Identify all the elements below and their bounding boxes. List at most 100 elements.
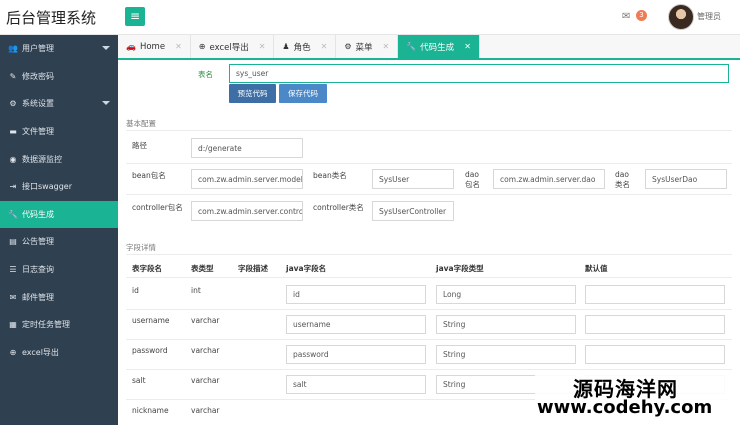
sidebar-item-datasource-monitor[interactable]: ◉ 数据源监控: [0, 145, 118, 173]
sidebar-item-code-generation[interactable]: 🔧 代码生成: [0, 200, 118, 229]
divider: [126, 163, 732, 164]
list-icon: ☰: [9, 265, 17, 275]
tab-menu[interactable]: ⚙ 菜单 ✕: [336, 35, 399, 58]
table-name-input[interactable]: sys_user: [229, 64, 729, 83]
table-name-label: 表名: [198, 70, 213, 79]
divider: [126, 339, 732, 340]
tab-excel-export[interactable]: ⊕ excel导出 ✕: [191, 35, 275, 58]
tab-label: Home: [139, 41, 166, 52]
tab-label: excel导出: [209, 42, 249, 53]
save-code-button[interactable]: 保存代码: [279, 84, 327, 103]
sidebar-item-label: 修改密码: [22, 71, 54, 81]
sidebar-item-file-management[interactable]: ▬ 文件管理: [0, 118, 118, 146]
gear-icon: ⚙: [344, 42, 352, 51]
close-icon[interactable]: ✕: [175, 42, 182, 51]
user-secret-icon: ♟: [282, 42, 290, 51]
tab-label: 菜单: [355, 42, 373, 53]
plus-circle-icon: ⊕: [9, 347, 17, 357]
sidebar-item-user-management[interactable]: 👥 用户管理: [0, 35, 118, 63]
java-type-input[interactable]: String: [436, 315, 576, 334]
hamburger-icon[interactable]: ≡: [125, 7, 145, 26]
mail-count-badge: 3: [636, 10, 647, 21]
java-name-input[interactable]: username: [286, 315, 426, 334]
cell-column-name: password: [132, 346, 168, 355]
sidebar-item-label: excel导出: [22, 347, 59, 357]
sidebar-item-change-password[interactable]: ✎ 修改密码: [0, 63, 118, 91]
default-value-input[interactable]: [585, 315, 725, 334]
avatar[interactable]: [668, 4, 694, 30]
path-label: 路径: [132, 141, 147, 150]
sidebar-item-label: 数据源监控: [22, 154, 62, 164]
java-name-input[interactable]: password: [286, 345, 426, 364]
default-value-input[interactable]: [585, 345, 725, 364]
java-type-input[interactable]: String: [436, 345, 576, 364]
caret-down-icon: [102, 46, 110, 50]
path-input[interactable]: d:/generate: [191, 138, 303, 158]
cell-column-name: salt: [132, 376, 146, 385]
basic-config-heading: 基本配置: [126, 119, 156, 128]
java-name-input[interactable]: salt: [286, 375, 426, 394]
dao-class-input[interactable]: SysUserDao: [645, 169, 727, 189]
caret-down-icon: [102, 101, 110, 106]
cell-column-name: id: [132, 286, 139, 295]
tasks-icon: ▦: [9, 320, 17, 330]
sidebar-item-log-query[interactable]: ☰ 日志查询: [0, 256, 118, 284]
divider: [126, 277, 732, 278]
controller-class-input[interactable]: SysUserController: [372, 201, 454, 221]
controller-class-label: controller类名: [313, 203, 364, 212]
java-name-input[interactable]: id: [286, 285, 426, 304]
plus-circle-icon: ⊕: [198, 42, 206, 51]
cell-column-type: varchar: [191, 376, 220, 385]
sidebar-item-label: 系统设置: [22, 99, 54, 109]
tab-home[interactable]: 🚗 Home ✕: [118, 35, 191, 58]
close-icon[interactable]: ✕: [383, 42, 390, 51]
controller-package-input[interactable]: com.zw.admin.server.controller: [191, 201, 303, 221]
export-icon: ⇥: [9, 182, 17, 192]
bean-class-label: bean类名: [313, 171, 347, 180]
wrench-icon: 🔧: [8, 209, 18, 219]
sidebar-item-excel-export[interactable]: ⊕ excel导出: [0, 339, 118, 367]
preview-code-button[interactable]: 预览代码: [229, 84, 276, 103]
cell-column-type: varchar: [191, 406, 220, 415]
bean-package-label: bean包名: [132, 171, 166, 180]
divider: [126, 369, 732, 370]
eye-icon: ◉: [9, 154, 17, 164]
close-icon[interactable]: ✕: [321, 42, 328, 51]
sidebar-item-label: 日志查询: [22, 265, 54, 275]
column-header-field-name: 表字段名: [132, 264, 162, 273]
tab-bar: 🚗 Home ✕ ⊕ excel导出 ✕ ♟ 角色 ✕ ⚙ 菜单 ✕ 🔧 代码生…: [118, 35, 740, 60]
cell-column-type: varchar: [191, 316, 220, 325]
envelope-icon[interactable]: ✉: [622, 11, 630, 22]
user-name[interactable]: 管理员: [697, 11, 721, 22]
sidebar-item-notice-management[interactable]: ▤ 公告管理: [0, 228, 118, 256]
sidebar-item-mail-management[interactable]: ✉ 邮件管理: [0, 283, 118, 311]
tab-label: 角色: [293, 42, 311, 53]
bean-package-input[interactable]: com.zw.admin.server.model: [191, 169, 303, 189]
sidebar-item-scheduled-tasks[interactable]: ▦ 定时任务管理: [0, 311, 118, 339]
sidebar-item-system-settings[interactable]: ⚙ 系统设置: [0, 90, 118, 118]
dao-class-label: dao 类名: [615, 170, 630, 190]
close-icon[interactable]: ✕: [259, 42, 266, 51]
code-generator-form: 表名 sys_user 预览代码 保存代码 基本配置 路径 d:/generat…: [118, 60, 740, 425]
sidebar-item-label: 代码生成: [22, 209, 54, 219]
column-header-description: 字段描述: [238, 264, 268, 273]
bean-class-input[interactable]: SysUser: [372, 169, 454, 189]
users-icon: 👥: [8, 44, 18, 54]
default-value-input[interactable]: [585, 285, 725, 304]
app-title: 后台管理系统: [6, 9, 97, 27]
sidebar-item-label: 邮件管理: [22, 292, 54, 302]
controller-package-label: controller包名: [132, 203, 183, 212]
dao-package-input[interactable]: com.zw.admin.server.dao: [493, 169, 605, 189]
column-header-field-type: 表类型: [191, 264, 214, 273]
tab-roles[interactable]: ♟ 角色 ✕: [274, 35, 337, 58]
tab-code-generation[interactable]: 🔧 代码生成 ✕: [398, 35, 480, 58]
sidebar-item-swagger[interactable]: ⇥ 接口swagger: [0, 173, 118, 201]
close-icon[interactable]: ✕: [464, 42, 471, 51]
cell-column-name: username: [132, 316, 170, 325]
pencil-icon: ✎: [9, 71, 17, 81]
sidebar-item-label: 公告管理: [22, 237, 54, 247]
divider: [126, 254, 732, 255]
cell-column-name: nickname: [132, 406, 169, 415]
java-type-input[interactable]: Long: [436, 285, 576, 304]
dao-class-label-line2: 类名: [615, 180, 630, 189]
